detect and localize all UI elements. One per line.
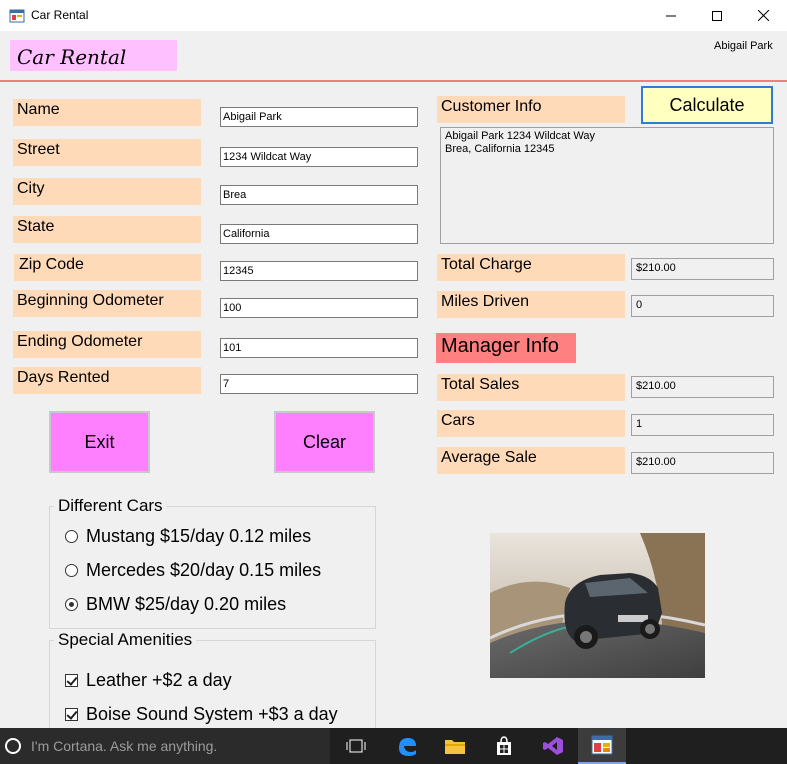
visual-studio-icon: [543, 737, 563, 755]
ending-odometer-input[interactable]: 101: [220, 338, 418, 358]
radio-bmw[interactable]: [65, 598, 78, 611]
total-charge-value: $210.00: [631, 258, 774, 280]
amenity-sound-system[interactable]: Boise Sound System +$3 a day: [65, 704, 338, 725]
miles-driven-value: 0: [631, 295, 774, 317]
manager-info-label: Manager Info: [436, 333, 576, 363]
page-title: Car Rental: [10, 40, 177, 71]
task-view-icon: [346, 739, 366, 753]
city-label: City: [13, 178, 201, 205]
car-option-mercedes[interactable]: Mercedes $20/day 0.15 miles: [65, 560, 321, 581]
cortana-search-box[interactable]: I'm Cortana. Ask me anything.: [0, 728, 330, 764]
amenity-label: Leather +$2 a day: [86, 670, 232, 690]
header-divider: [0, 80, 787, 82]
maximize-icon: [712, 10, 722, 21]
clear-button[interactable]: Clear: [274, 411, 375, 473]
cars-label: Cars: [437, 410, 625, 437]
car-option-label: Mercedes $20/day 0.15 miles: [86, 560, 322, 580]
car-rental-app-icon: [591, 735, 613, 755]
special-amenities-title: Special Amenities: [54, 630, 197, 650]
edge-button[interactable]: [383, 728, 431, 764]
edge-browser-icon: [399, 738, 416, 756]
zip-code-label: Zip Code: [14, 254, 201, 281]
state-label: State: [13, 216, 201, 243]
car-option-label: Mustang $15/day 0.12 miles: [86, 526, 312, 546]
total-sales-value: $210.00: [631, 376, 774, 398]
average-sale-value: $210.00: [631, 452, 774, 474]
cars-value: 1: [631, 414, 774, 436]
store-icon: [497, 736, 511, 755]
days-rented-label: Days Rented: [13, 367, 201, 394]
folder-icon: [445, 740, 465, 754]
amenity-label: Boise Sound System +$3 a day: [86, 704, 338, 724]
state-input[interactable]: California: [220, 224, 418, 244]
close-button[interactable]: [740, 0, 786, 31]
window-title: Car Rental: [31, 8, 89, 22]
car-option-mustang[interactable]: Mustang $15/day 0.12 miles: [65, 526, 311, 547]
maximize-button[interactable]: [694, 0, 740, 31]
street-label: Street: [13, 139, 201, 166]
street-input[interactable]: 1234 Wildcat Way: [220, 147, 418, 167]
close-icon: [757, 10, 769, 21]
car-option-label: BMW $25/day 0.20 miles: [86, 594, 287, 614]
visual-studio-button[interactable]: [529, 728, 577, 764]
task-view-button[interactable]: [332, 728, 380, 764]
zip-code-input[interactable]: 12345: [220, 261, 418, 281]
cortana-icon: [5, 738, 21, 754]
beginning-odometer-input[interactable]: 100: [220, 298, 418, 318]
app-icon: [9, 8, 25, 24]
customer-info-label: Customer Info: [437, 96, 625, 123]
average-sale-label: Average Sale: [437, 447, 625, 474]
radio-mustang[interactable]: [65, 530, 78, 543]
cortana-placeholder: I'm Cortana. Ask me anything.: [31, 738, 218, 754]
total-sales-label: Total Sales: [437, 374, 625, 401]
checkbox-sound-system[interactable]: [65, 708, 78, 721]
ending-odometer-label: Ending Odometer: [13, 331, 201, 358]
beginning-odometer-label: Beginning Odometer: [13, 290, 201, 317]
user-name-label: Abigail Park: [714, 40, 773, 52]
total-charge-label: Total Charge: [437, 254, 625, 281]
different-cars-title: Different Cars: [54, 496, 167, 516]
exit-button[interactable]: Exit: [49, 411, 150, 473]
car-option-bmw[interactable]: BMW $25/day 0.20 miles: [65, 594, 286, 615]
amenity-leather[interactable]: Leather +$2 a day: [65, 670, 232, 691]
name-label: Name: [13, 99, 201, 126]
calculate-button[interactable]: Calculate: [641, 86, 773, 124]
file-explorer-button[interactable]: [431, 728, 479, 764]
name-input[interactable]: Abigail Park: [220, 107, 418, 127]
minimize-button[interactable]: [648, 0, 694, 31]
days-rented-input[interactable]: 7: [220, 374, 418, 394]
checkbox-leather[interactable]: [65, 674, 78, 687]
miles-driven-label: Miles Driven: [437, 291, 625, 318]
car-image: [490, 533, 705, 678]
radio-mercedes[interactable]: [65, 564, 78, 577]
city-input[interactable]: Brea: [220, 185, 418, 205]
customer-info-box: Abigail Park 1234 Wildcat Way Brea, Cali…: [440, 127, 774, 244]
minimize-icon: [666, 15, 676, 16]
store-button[interactable]: [480, 728, 528, 764]
car-rental-app-button[interactable]: [578, 728, 626, 764]
